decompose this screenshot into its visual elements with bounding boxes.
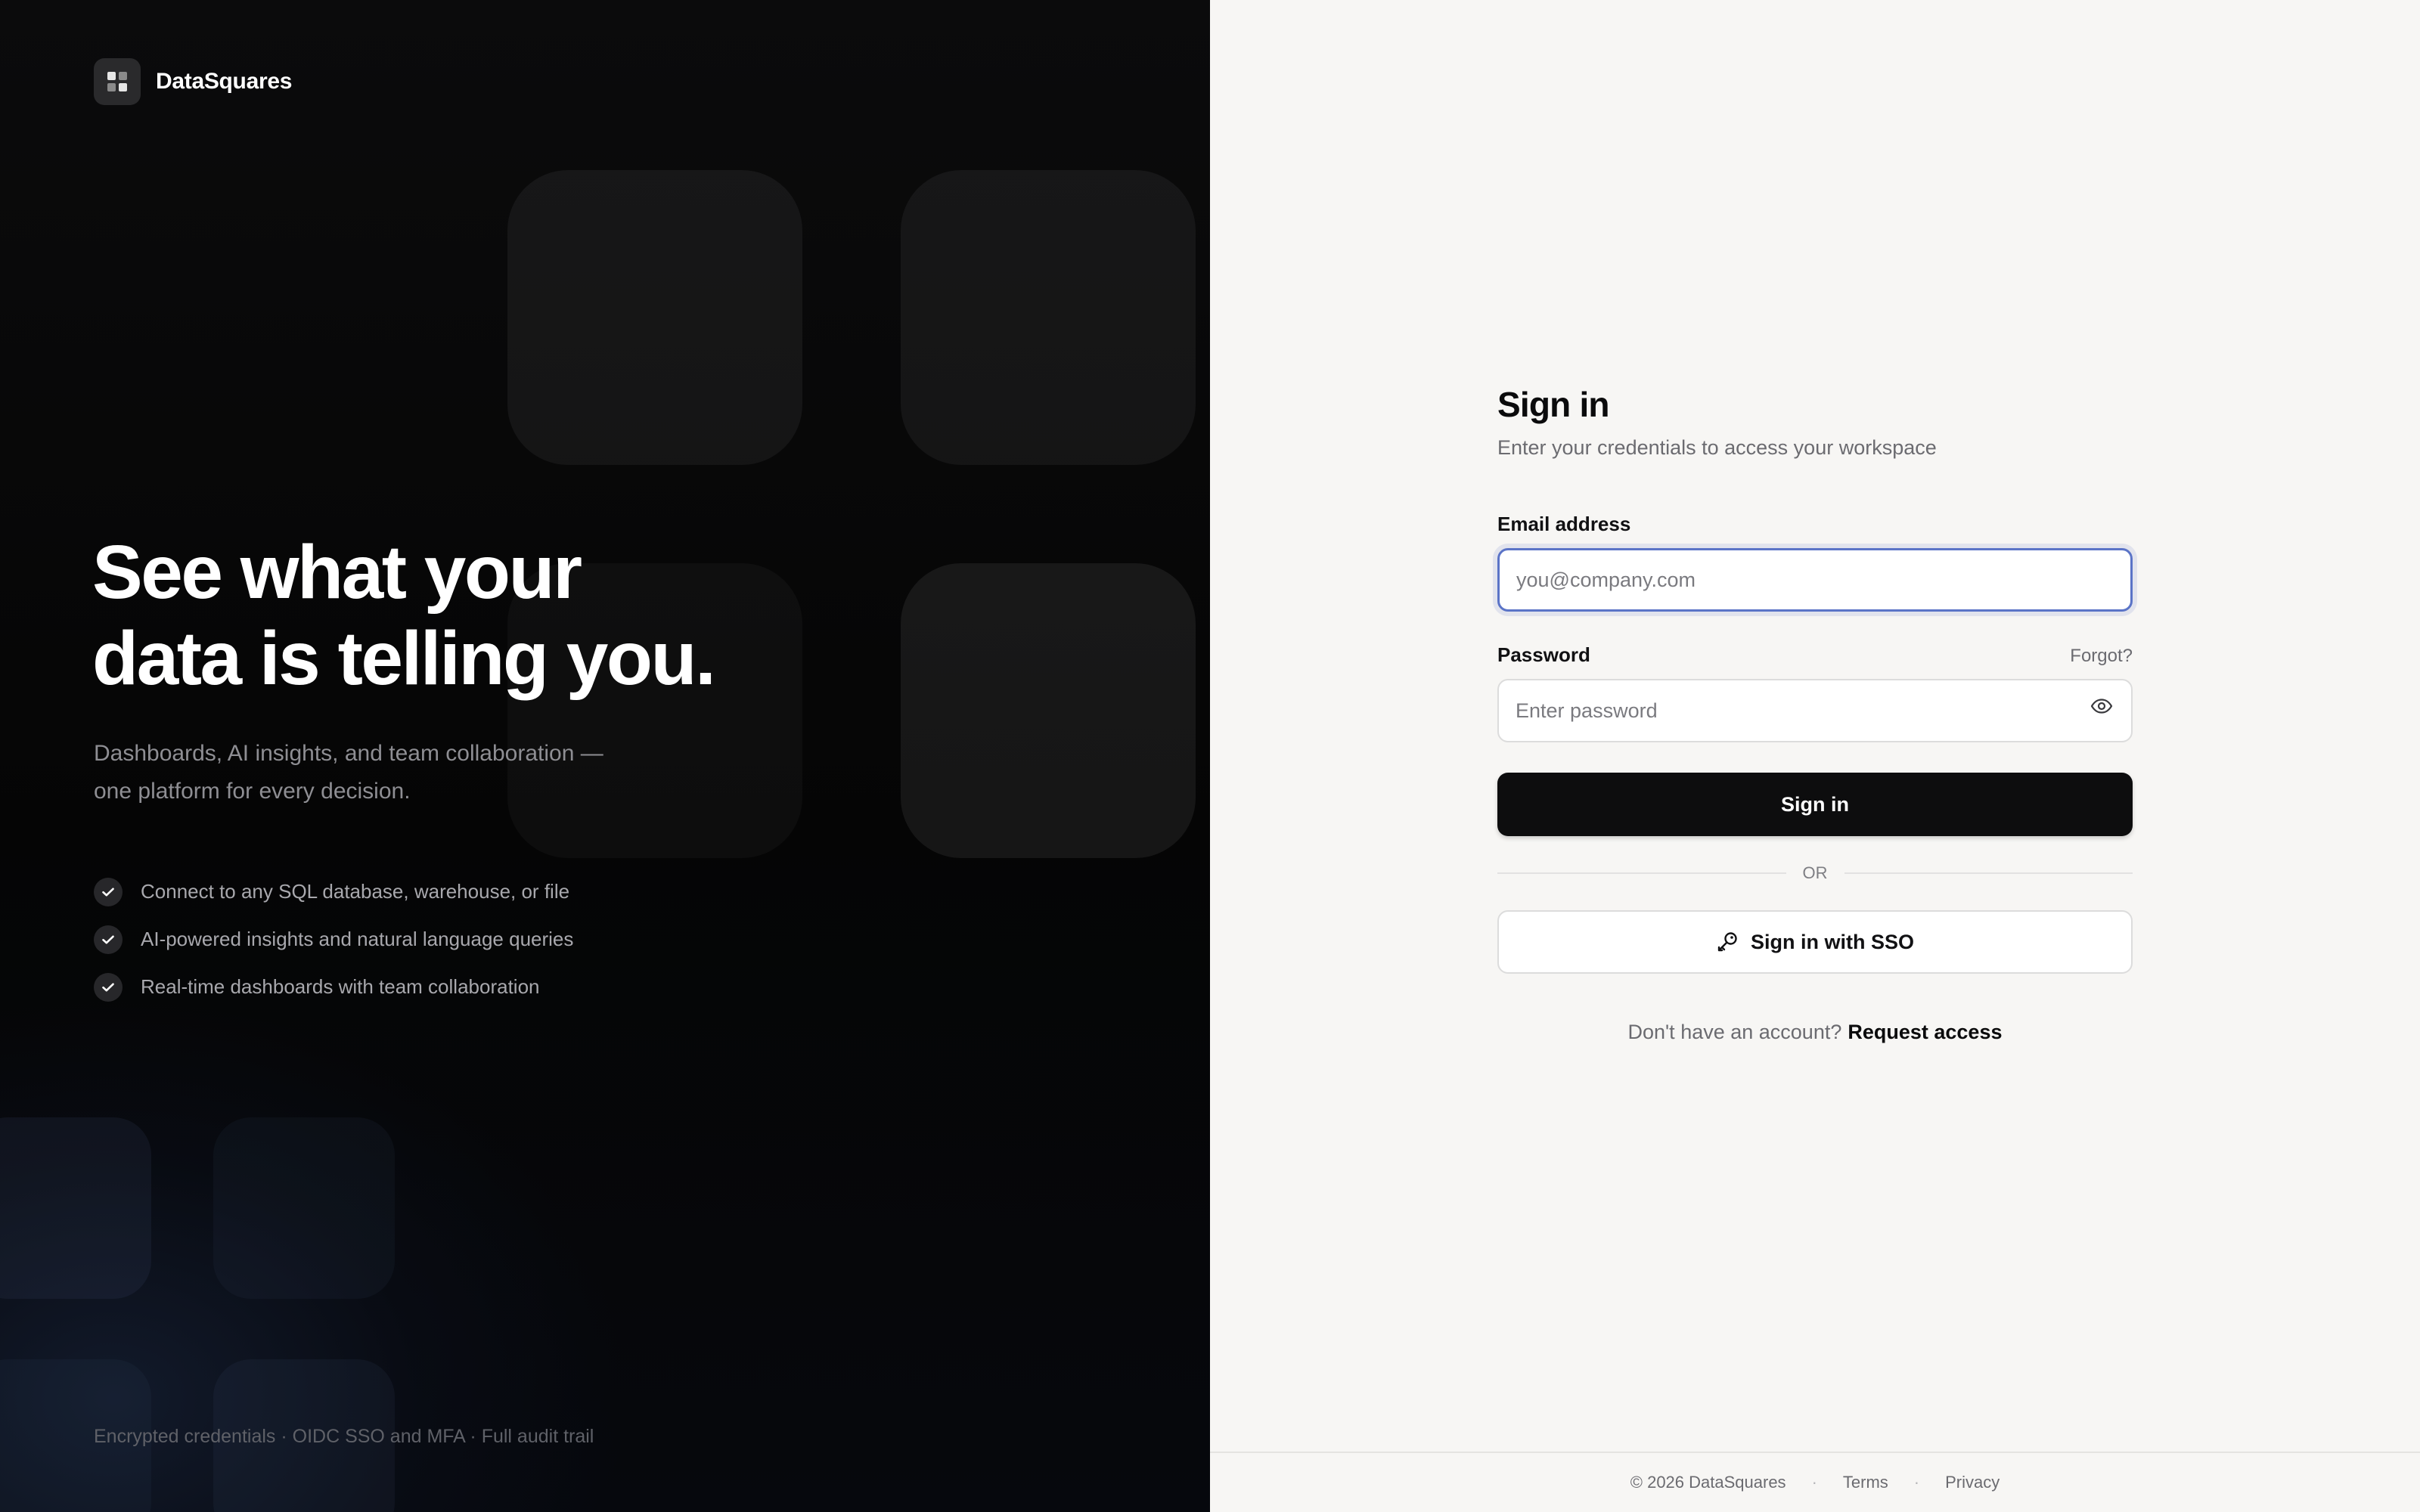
signin-form: Sign in Enter your credentials to access… [1497,382,2133,1044]
signin-title: Sign in [1497,385,1610,424]
check-icon [94,972,123,1002]
security-note: Encrypted credentials · OIDC SSO and MFA… [94,1426,594,1447]
hero-subtitle-line-2: one platform for every decision. [94,779,411,804]
copyright: © 2026 DataSquares [1630,1473,1786,1492]
footer-separator: · [1913,1473,1920,1492]
decorative-tile [901,563,1196,858]
decorative-tile [0,1117,151,1299]
brand-logo-icon [94,58,141,105]
hero-subtitle-line-1: Dashboards, AI insights, and team collab… [94,741,603,766]
logo-square [107,83,116,91]
password-field [1497,667,2133,742]
feature-text: Connect to any SQL database, warehouse, … [141,880,570,903]
password-input[interactable] [1497,679,2133,742]
brand-name: DataSquares [156,69,293,94]
request-access-row: Don't have an account? Request access [1497,1021,2133,1044]
footer: © 2026 DataSquares · Terms · Privacy [1210,1452,2420,1512]
logo-square [107,72,116,80]
eye-icon[interactable] [2090,699,2113,714]
brand[interactable]: DataSquares [94,58,292,105]
feature-list: Connect to any SQL database, warehouse, … [94,868,573,1011]
signin-subtitle: Enter your credentials to access your wo… [1497,436,1937,459]
hero-title-line-1: See what your [92,530,582,615]
logo-square [119,83,127,91]
decorative-tile [507,170,802,465]
feature-item: AI-powered insights and natural language… [94,916,573,963]
logo-square [119,72,127,80]
privacy-link[interactable]: Privacy [1945,1473,2000,1492]
signin-panel: Sign in Enter your credentials to access… [1210,0,2420,1512]
feature-text: AI-powered insights and natural language… [141,928,574,950]
or-divider: OR [1497,863,2133,883]
sso-button-label: Sign in with SSO [1751,930,1914,953]
decorative-tile [901,170,1196,465]
divider-label: OR [1802,863,1828,882]
forgot-password-link[interactable]: Forgot? [2070,646,2133,667]
check-icon [94,877,123,906]
footer-separator: · [1811,1473,1817,1492]
no-account-text: Don't have an account? [1627,1021,1842,1043]
hero-subtitle: Dashboards, AI insights, and team collab… [94,735,669,810]
feature-item: Real-time dashboards with team collabora… [94,963,573,1011]
check-icon [94,925,123,954]
hero-title: See what your data is telling you. [92,529,924,702]
terms-link[interactable]: Terms [1843,1473,1888,1492]
feature-text: Real-time dashboards with team collabora… [141,975,540,998]
password-label-row: Password Forgot? [1497,643,2133,667]
email-label: Email address [1497,513,1631,535]
key-icon [1717,932,1737,952]
password-label: Password [1497,643,1590,666]
email-input[interactable] [1497,548,2133,612]
hero-title-line-2: data is telling you. [92,616,716,701]
marketing-panel: DataSquares See what your data is tellin… [0,0,1210,1512]
divider-line [1497,872,1786,874]
request-access-link[interactable]: Request access [1848,1021,2002,1043]
signin-button[interactable]: Sign in [1497,773,2133,836]
divider-line [1844,872,2133,874]
feature-item: Connect to any SQL database, warehouse, … [94,868,573,916]
sso-button[interactable]: Sign in with SSO [1497,910,2133,974]
decorative-tile [213,1117,395,1299]
